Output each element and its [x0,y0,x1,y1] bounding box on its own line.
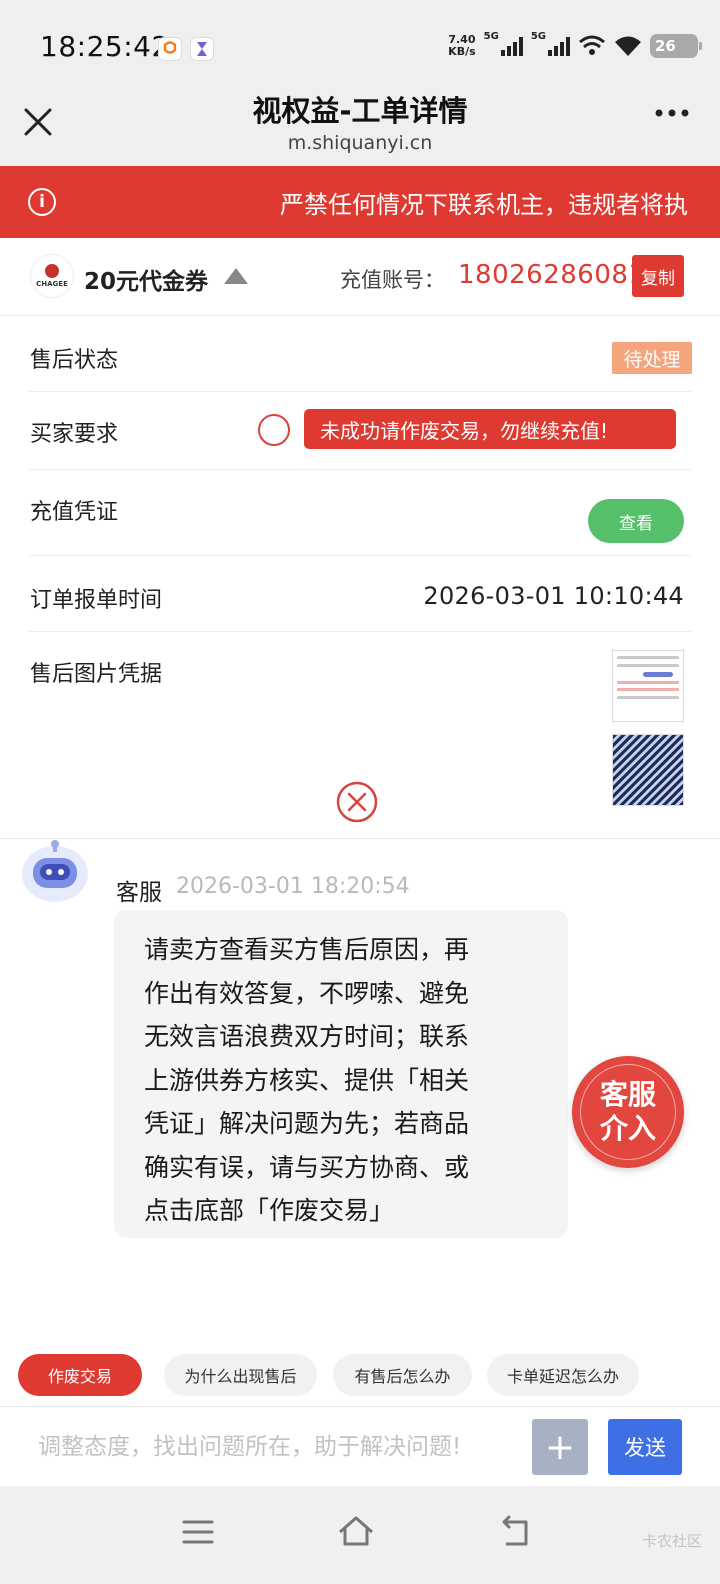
status-bar: 18:25:42 7.40 KB/s 5G 5G 26 [0,0,720,96]
status-badge: 待处理 [612,342,692,374]
send-button[interactable]: 发送 [608,1419,682,1475]
warning-notice: i 严禁任何情况下联系机主，违规者将执 [0,166,720,238]
order-delay-chip[interactable]: 卡单延迟怎么办 [487,1354,639,1396]
order-time-value: 2026-03-01 10:10:44 [423,582,684,610]
message-line: 作出有效答复，不啰嗦、避免 [144,978,470,1008]
customer-service-intervene-button[interactable]: 客服 介入 [572,1056,684,1168]
after-sale-images-label: 售后图片凭据 [30,662,163,687]
circle-close-icon[interactable] [336,781,378,823]
notice-text: 严禁任何情况下联系机主，违规者将执 [280,191,688,219]
buyer-request-value: 未成功请作废交易，勿继续充值! [304,409,676,449]
message-line: 点击底部「作废交易」 [144,1196,395,1225]
message-line: 凭证」解决问题为先；若商品 [144,1109,470,1138]
recharge-proof-label: 充值凭证 [30,500,119,525]
buyer-request-row: 买家要求 未成功请作废交易，勿继续充值! [28,392,692,470]
message-line: 确实有误，请与买方协商、或 [144,1152,470,1182]
view-button[interactable]: 查看 [588,499,684,543]
system-nav-bar: 卡农社区 [0,1486,720,1584]
void-transaction-chip[interactable]: 作废交易 [18,1354,142,1396]
chat-sender: 客服 [116,880,162,906]
radio-icon[interactable] [258,414,290,446]
info-icon: i [28,188,56,216]
after-sale-status-row: 售后状态 待处理 [28,316,692,392]
chat-timestamp: 2026-03-01 18:20:54 [176,874,410,899]
home-icon[interactable] [334,1510,378,1554]
caret-up-icon[interactable] [224,268,248,284]
after-sale-status-label: 售后状态 [30,348,119,373]
page-domain: m.shiquanyi.cn [287,132,433,154]
recharge-proof-row: 充值凭证 查看 [28,470,692,556]
battery-icon: 26 [650,34,702,58]
buyer-request-label: 买家要求 [30,422,119,447]
message-line: 上游供券方核实、提供「相关 [144,1065,470,1095]
message-input[interactable] [18,1419,518,1475]
message-line: 无效言语浪费双方时间；联系 [144,1022,470,1051]
status-time: 18:25:42 [40,30,170,63]
page-title: 视权益-工单详情 [252,94,468,128]
signal-1-icon: 5G [484,31,523,56]
wifi-hotspot-icon [579,35,605,55]
message-line: 请卖方查看买方售后原因，再 [144,935,470,964]
input-bar: + 发送 [0,1406,720,1486]
didi-app-icon [158,37,182,61]
how-handle-after-sale-chip[interactable]: 有售后怎么办 [333,1354,472,1396]
order-time-label: 订单报单时间 [30,588,163,613]
chat-message-bubble: 请卖方查看买方售后原因，再 作出有效答复，不啰嗦、避免 无效言语浪费双方时间；联… [114,910,568,1238]
more-icon[interactable] [654,106,690,120]
robot-avatar-icon [22,840,88,902]
order-time-row: 订单报单时间 2026-03-01 10:10:44 [28,556,692,632]
signal-2-icon: 5G [531,31,570,56]
why-after-sale-chip[interactable]: 为什么出现售后 [164,1354,317,1396]
wifi-icon [615,36,641,56]
menu-icon[interactable] [176,1510,220,1554]
copy-button[interactable]: 复制 [632,255,684,297]
product-row: CHAGEE 20元代金券 充值账号： 18026286081 复制 [0,238,720,316]
plus-button[interactable]: + [532,1419,588,1475]
chagee-logo: CHAGEE [30,254,74,298]
evidence-image-2[interactable] [612,734,684,806]
back-icon[interactable] [494,1510,538,1554]
hourglass-app-icon [190,37,214,61]
product-name: 20元代金券 [84,269,209,295]
chat-divider [0,838,720,839]
title-bar: 视权益-工单详情 m.shiquanyi.cn [0,94,720,166]
evidence-image-1[interactable] [612,650,684,722]
network-speed: 7.40 KB/s [448,33,476,58]
account-label: 充值账号： [340,268,445,292]
account-number: 18026286081 [458,260,646,290]
watermark: 卡农社区 [641,1532,702,1550]
